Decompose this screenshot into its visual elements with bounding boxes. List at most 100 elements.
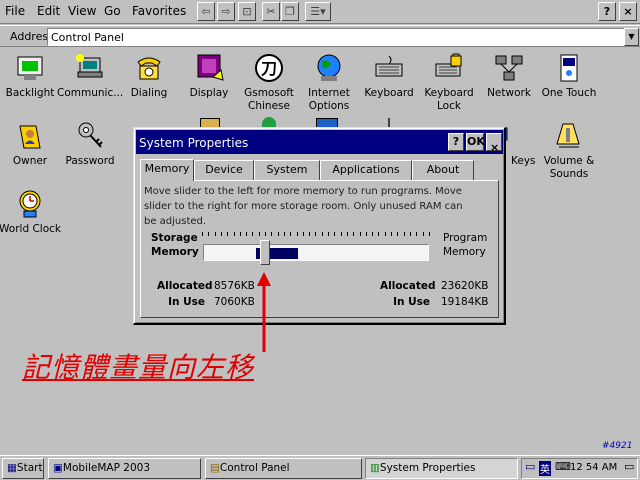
menu-view[interactable]: View (68, 4, 96, 18)
item-label: Backlight (5, 87, 55, 99)
control-panel-item-internet-options[interactable]: Internet Options (296, 52, 362, 113)
views-icon: ☰▾ (310, 5, 326, 18)
password-icon (74, 120, 106, 152)
taskbar: ▦Start ▣MobileMAP 2003 ▤Control Panel ▥S… (0, 455, 640, 480)
menu-file[interactable]: File (5, 4, 25, 18)
dialog-title-bar[interactable]: System Properties ? OK × (136, 130, 503, 154)
memory-slider[interactable] (203, 240, 429, 265)
task-mobilemap[interactable]: ▣MobileMAP 2003 (48, 458, 201, 479)
task-control-panel[interactable]: ▤Control Panel (205, 458, 362, 479)
control-panel-item-world-clock[interactable]: World Clock (0, 188, 63, 236)
menu-edit[interactable]: Edit (37, 4, 60, 18)
back-button[interactable]: ⇦ (197, 2, 215, 21)
item-label: Owner (12, 155, 48, 167)
slider-tick (220, 232, 222, 236)
control-panel-item-communications[interactable]: Communic... (57, 52, 123, 100)
control-panel-item-volume-sounds[interactable]: Volume & Sounds (536, 120, 602, 181)
item-label: Keyboard (364, 87, 414, 99)
control-panel-item-keyboard[interactable]: Keyboard (356, 52, 422, 100)
right-allocated-value: 23620KB (441, 280, 489, 292)
windows-logo-icon: ▦ (7, 462, 17, 474)
app-icon: ▣ (53, 462, 63, 474)
network-status-icon[interactable]: ▭ (525, 460, 535, 473)
control-panel-item-display[interactable]: Display (176, 52, 242, 100)
close-icon: × (623, 5, 633, 18)
ime-indicator[interactable]: 英 (539, 461, 551, 476)
item-label-line-1: Keyboard (424, 87, 474, 99)
slider-tick (397, 232, 399, 236)
dialog-help-button[interactable]: ? (448, 133, 464, 151)
slider-tick (321, 232, 323, 236)
slider-tick (309, 232, 311, 236)
tab-memory[interactable]: Memory (140, 159, 194, 181)
slider-tick (258, 232, 260, 236)
control-panel-item-gsmosoft-chinese[interactable]: 刀 Gsmosoft Chinese (236, 52, 302, 113)
tab-applications[interactable]: Applications (320, 160, 412, 180)
forward-arrow-icon: ⇨ (221, 5, 231, 18)
desktop-tray-icon[interactable]: ▭ (624, 460, 634, 473)
cut-button[interactable]: ✂ (262, 2, 280, 21)
slider-tick (340, 232, 342, 236)
control-panel-item-network[interactable]: Network (476, 52, 542, 100)
control-panel-item-password[interactable]: Password (57, 120, 123, 168)
slider-tick (227, 232, 229, 236)
display-icon (193, 52, 225, 84)
item-label: Display (189, 87, 229, 99)
task-system-properties[interactable]: ▥System Properties (365, 458, 518, 479)
slider-tick (346, 232, 348, 236)
views-button[interactable]: ☰▾ (305, 2, 331, 21)
slider-tick (252, 232, 254, 236)
start-button[interactable]: ▦Start (2, 458, 44, 479)
item-label-line-2: Options (308, 100, 350, 112)
volume-sounds-icon (553, 120, 585, 152)
control-panel-item-keyboard-lock[interactable]: Keyboard Lock (416, 52, 482, 113)
slider-tick (214, 232, 216, 236)
help-button[interactable]: ? (598, 2, 616, 21)
slider-thumb[interactable] (260, 240, 270, 265)
up-folder-button[interactable]: ⊡ (238, 2, 256, 21)
menu-bar: File Edit View Go Favorites ⇦ ⇨ ⊡ ✂ ❐ ☰▾… (0, 0, 640, 24)
item-label-line-1: Gsmosoft (244, 87, 294, 99)
watermark: #4921 (602, 441, 633, 451)
slider-tick (233, 232, 235, 236)
world-clock-icon (14, 188, 46, 220)
tab-device[interactable]: Device (194, 160, 254, 180)
slider-tick (416, 232, 418, 236)
address-field[interactable]: Control Panel (47, 28, 625, 46)
control-panel-item-one-touch[interactable]: One Touch (536, 52, 602, 100)
back-arrow-icon: ⇦ (201, 5, 211, 18)
menu-favorites[interactable]: Favorites (132, 4, 186, 18)
menu-go[interactable]: Go (104, 4, 121, 18)
copy-button[interactable]: ❐ (281, 2, 299, 21)
control-panel-item-owner[interactable]: Owner (0, 120, 63, 168)
slider-tick (290, 232, 292, 236)
tab-about[interactable]: About (412, 160, 474, 180)
slider-tick (334, 232, 336, 236)
dialog-title: System Properties (139, 136, 249, 150)
gsmosoft-chinese-icon: 刀 (253, 52, 285, 84)
cut-icon: ✂ (266, 5, 276, 18)
item-label: One Touch (541, 87, 597, 99)
close-window-button[interactable]: × (619, 2, 637, 21)
control-panel-item-backlight[interactable]: Backlight (0, 52, 63, 100)
program-memory-label: Program Memory (443, 231, 487, 259)
item-label-line-2: Lock (437, 100, 461, 112)
address-dropdown-button[interactable]: ▼ (624, 28, 639, 46)
close-icon: × (490, 141, 500, 154)
slider-tick (208, 232, 210, 236)
left-inuse-value: 7060KB (214, 296, 255, 308)
item-label-line-1: Volume & (543, 155, 595, 167)
clock[interactable]: 12 54 AM (570, 462, 617, 473)
svg-text:刀: 刀 (261, 59, 277, 78)
left-allocated-value: 8576KB (214, 280, 255, 292)
storage-label-line-2: Memory (151, 246, 199, 258)
keyboard-lock-icon (433, 52, 465, 84)
tab-system[interactable]: System (254, 160, 320, 180)
forward-button[interactable]: ⇨ (217, 2, 235, 21)
keyboard-icon (373, 52, 405, 84)
control-panel-item-dialing[interactable]: Dialing (116, 52, 182, 100)
dialog-ok-button[interactable]: OK (466, 133, 485, 151)
dialog-close-button[interactable]: × (486, 133, 502, 154)
slider-tick (353, 232, 355, 236)
keyboard-tray-icon[interactable]: ⌨ (555, 460, 571, 473)
